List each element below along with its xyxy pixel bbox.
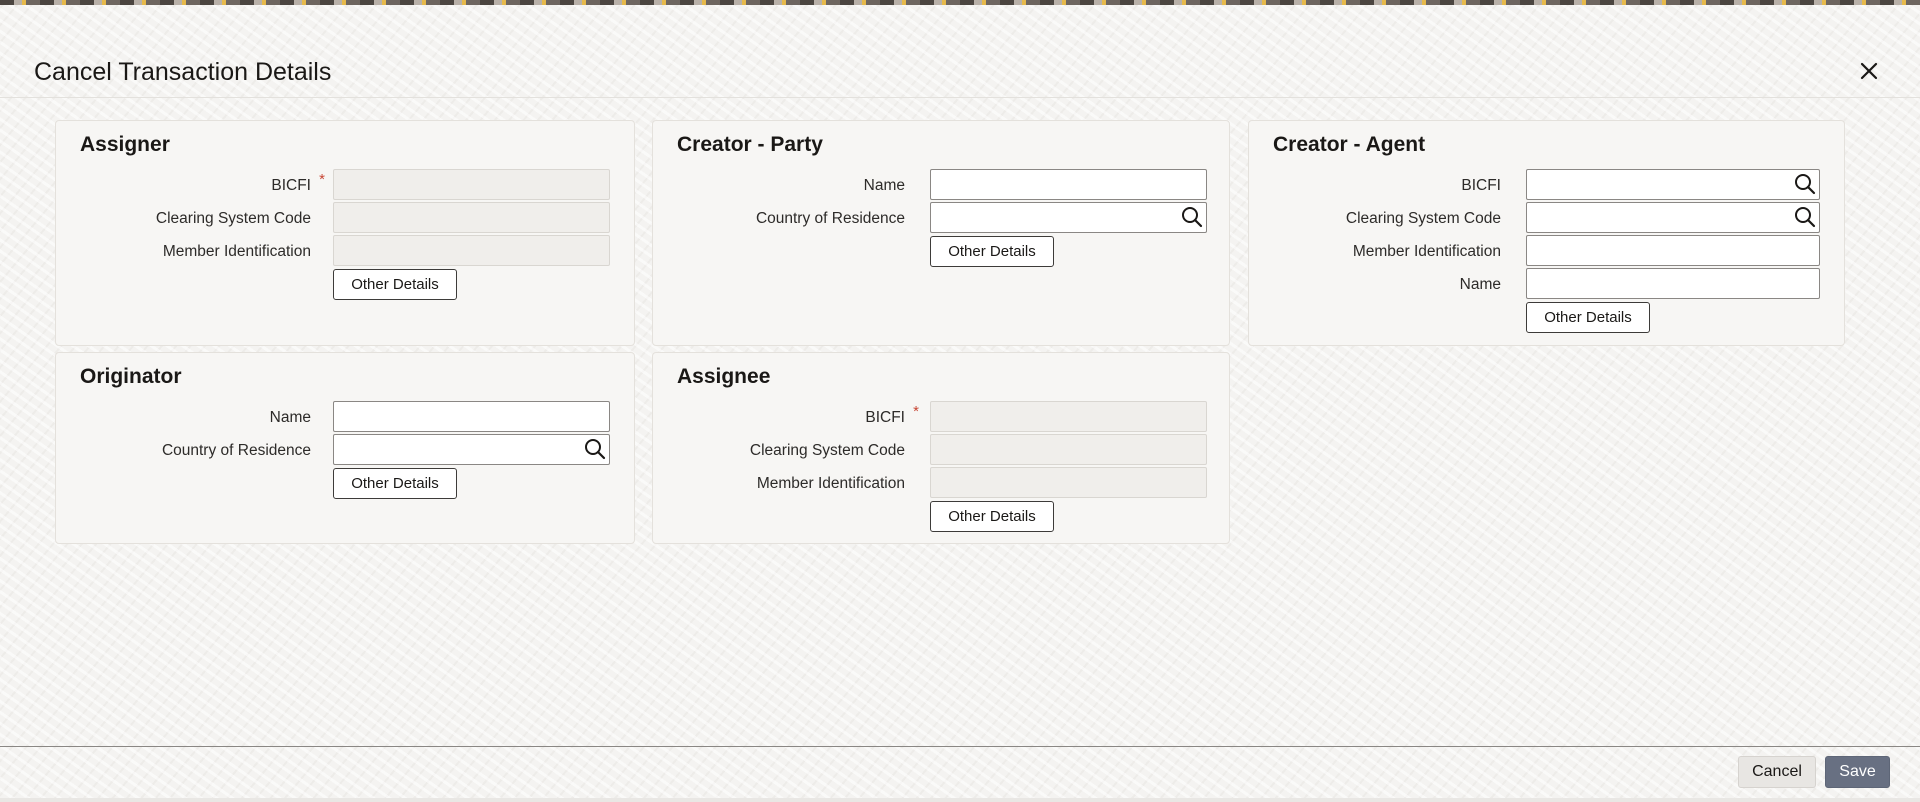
creator-agent-member-field[interactable]: [1526, 235, 1820, 266]
assigner-other-details-button[interactable]: Other Details: [333, 269, 457, 300]
originator-country-search-button[interactable]: [583, 437, 607, 461]
creator-agent-bicfi-field[interactable]: [1526, 169, 1820, 200]
creator-party-other-details-button[interactable]: Other Details: [930, 236, 1054, 267]
creator-party-name-field[interactable]: [930, 169, 1207, 200]
creator-party-name-label: Name: [863, 177, 905, 194]
originator-country-label: Country of Residence: [161, 442, 311, 459]
bottom-edge-strip: [0, 798, 1920, 802]
assignee-panel: Assignee BICFI * Clearing System Code Me…: [652, 352, 1230, 544]
dialog-title: Cancel Transaction Details: [34, 58, 332, 86]
creator-agent-clearing-field[interactable]: [1526, 202, 1820, 233]
creator-agent-name-label: Name: [1459, 276, 1501, 293]
assigner-panel: Assigner BICFI * Clearing System Code Me…: [55, 120, 635, 346]
assigner-clearing-label: Clearing System Code: [155, 210, 311, 227]
assigner-member-field: [333, 235, 610, 266]
assigner-bicfi-required-mark: *: [319, 171, 325, 188]
assigner-member-label: Member Identification: [162, 243, 311, 260]
creator-agent-panel: Creator - Agent BICFI Clearing System Co…: [1248, 120, 1845, 346]
close-button[interactable]: [1856, 58, 1882, 84]
footer-bar: [0, 747, 1920, 802]
originator-title: Originator: [80, 365, 182, 388]
assignee-bicfi-field: [930, 401, 1207, 432]
assigner-clearing-field: [333, 202, 610, 233]
assignee-bicfi-label: BICFI: [865, 409, 905, 426]
creator-agent-member-label: Member Identification: [1352, 243, 1501, 260]
creator-agent-clearing-search-button[interactable]: [1793, 205, 1817, 229]
search-icon: [1795, 207, 1816, 228]
creator-party-country-label: Country of Residence: [755, 210, 905, 227]
assignee-other-details-button[interactable]: Other Details: [930, 501, 1054, 532]
cancel-button[interactable]: Cancel: [1738, 756, 1816, 788]
assignee-title: Assignee: [677, 365, 771, 388]
originator-panel: Originator Name Country of Residence Oth…: [55, 352, 635, 544]
creator-agent-clearing-label: Clearing System Code: [1345, 210, 1501, 227]
assignee-clearing-label: Clearing System Code: [749, 442, 905, 459]
assigner-bicfi-label: BICFI: [271, 177, 311, 194]
assigner-title: Assigner: [80, 133, 170, 156]
creator-agent-name-field[interactable]: [1526, 268, 1820, 299]
creator-party-title: Creator - Party: [677, 133, 823, 156]
creator-agent-title: Creator - Agent: [1273, 133, 1426, 156]
creator-agent-bicfi-label: BICFI: [1461, 177, 1501, 194]
search-icon: [1182, 207, 1203, 228]
originator-name-field[interactable]: [333, 401, 610, 432]
assignee-bicfi-required-mark: *: [913, 403, 919, 420]
assigner-bicfi-field: [333, 169, 610, 200]
search-icon: [585, 439, 606, 460]
assignee-clearing-field: [930, 434, 1207, 465]
creator-agent-bicfi-search-button[interactable]: [1793, 172, 1817, 196]
creator-party-country-field[interactable]: [930, 202, 1207, 233]
close-icon: [1860, 62, 1878, 80]
title-divider: [0, 97, 1920, 98]
creator-party-panel: Creator - Party Name Country of Residenc…: [652, 120, 1230, 346]
originator-other-details-button[interactable]: Other Details: [333, 468, 457, 499]
save-button[interactable]: Save: [1825, 756, 1890, 788]
assignee-member-field: [930, 467, 1207, 498]
creator-agent-other-details-button[interactable]: Other Details: [1526, 302, 1650, 333]
search-icon: [1795, 174, 1816, 195]
creator-party-country-search-button[interactable]: [1180, 205, 1204, 229]
originator-country-field[interactable]: [333, 434, 610, 465]
assignee-member-label: Member Identification: [756, 475, 905, 492]
header-banner-strip: [0, 0, 1920, 5]
originator-name-label: Name: [269, 409, 311, 426]
